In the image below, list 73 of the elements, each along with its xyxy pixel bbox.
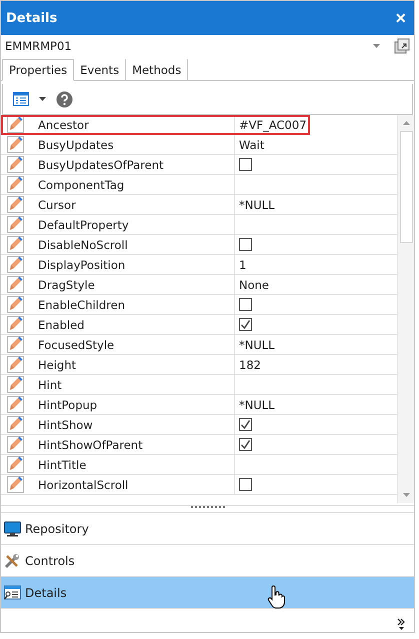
property-name: DefaultProperty [38, 218, 129, 232]
property-value: 1 [239, 258, 246, 272]
property-name: DisplayPosition [38, 258, 126, 272]
pencil-icon [7, 396, 24, 413]
property-name: HintPopup [38, 398, 98, 412]
pencil-icon [7, 316, 24, 333]
property-value: Wait [239, 138, 264, 152]
property-value: *NULL [239, 198, 275, 212]
property-name: Cursor [38, 198, 76, 212]
pencil-icon [7, 376, 24, 393]
property-value: None [239, 278, 270, 292]
pencil-icon [7, 416, 24, 433]
pencil-icon [7, 136, 24, 153]
property-name: Height [38, 358, 76, 372]
caret-icon[interactable] [39, 97, 46, 101]
navigation-item[interactable]: Details [1, 577, 414, 609]
checkbox[interactable] [239, 438, 252, 451]
pencil-icon [7, 256, 24, 273]
property-value: #VF_AC007 [239, 118, 307, 132]
pencil-icon [7, 236, 24, 253]
property-name: FocusedStyle [38, 338, 114, 352]
checkbox[interactable] [239, 238, 252, 251]
property-value: *NULL [239, 398, 275, 412]
property-name: HintShow [38, 418, 93, 432]
pencil-icon [7, 216, 24, 233]
property-name: BusyUpdates [38, 138, 114, 152]
close-button[interactable]: × [395, 9, 406, 27]
property-name: DragStyle [38, 278, 95, 292]
property-name: Enabled [38, 318, 84, 332]
overflow-chevron-icon[interactable] [397, 618, 406, 630]
scroll-down-icon[interactable] [402, 493, 410, 497]
tools-icon [4, 552, 21, 568]
pencil-icon [7, 336, 24, 353]
pencil-icon [7, 456, 24, 473]
property-name: Hint [38, 378, 62, 392]
window-icon[interactable] [394, 38, 410, 54]
tab[interactable]: Properties [2, 59, 74, 81]
pencil-icon [7, 156, 24, 173]
checkbox[interactable] [239, 418, 252, 431]
property-name: DisableNoScroll [38, 238, 128, 252]
property-name: HintTitle [38, 458, 86, 472]
pencil-icon [7, 296, 24, 313]
scrollbar[interactable] [397, 115, 414, 503]
property-name: HintShowOfParent [38, 438, 143, 452]
property-name: Ancestor [38, 118, 89, 132]
details-icon [4, 584, 21, 600]
property-name: BusyUpdatesOfParent [38, 158, 164, 172]
pencil-icon [7, 116, 24, 133]
scroll-up-icon[interactable] [402, 121, 410, 125]
monitor-icon [4, 520, 21, 536]
property-name: HorizontalScroll [38, 478, 128, 492]
pencil-icon [7, 436, 24, 453]
pencil-icon [7, 356, 24, 373]
checkbox[interactable] [239, 318, 252, 331]
pencil-icon [7, 196, 24, 213]
checkbox[interactable] [239, 158, 252, 171]
property-name: ComponentTag [38, 178, 124, 192]
caret-icon [373, 44, 380, 48]
checkbox[interactable] [239, 298, 252, 311]
pencil-icon [7, 176, 24, 193]
property-value: *NULL [239, 338, 275, 352]
pointer-cursor-icon [267, 585, 285, 609]
splitter-handle[interactable] [1, 505, 414, 513]
help-icon[interactable] [56, 90, 73, 108]
list-view-icon[interactable] [13, 92, 29, 106]
navigation-item[interactable]: Repository [1, 513, 414, 545]
scroll-thumb[interactable] [400, 131, 413, 243]
pencil-icon [7, 276, 24, 293]
property-value: 182 [239, 358, 261, 372]
checkbox[interactable] [239, 478, 252, 491]
window-title: Details [6, 10, 58, 26]
property-name: EnableChildren [38, 298, 126, 312]
pencil-icon [7, 476, 24, 493]
